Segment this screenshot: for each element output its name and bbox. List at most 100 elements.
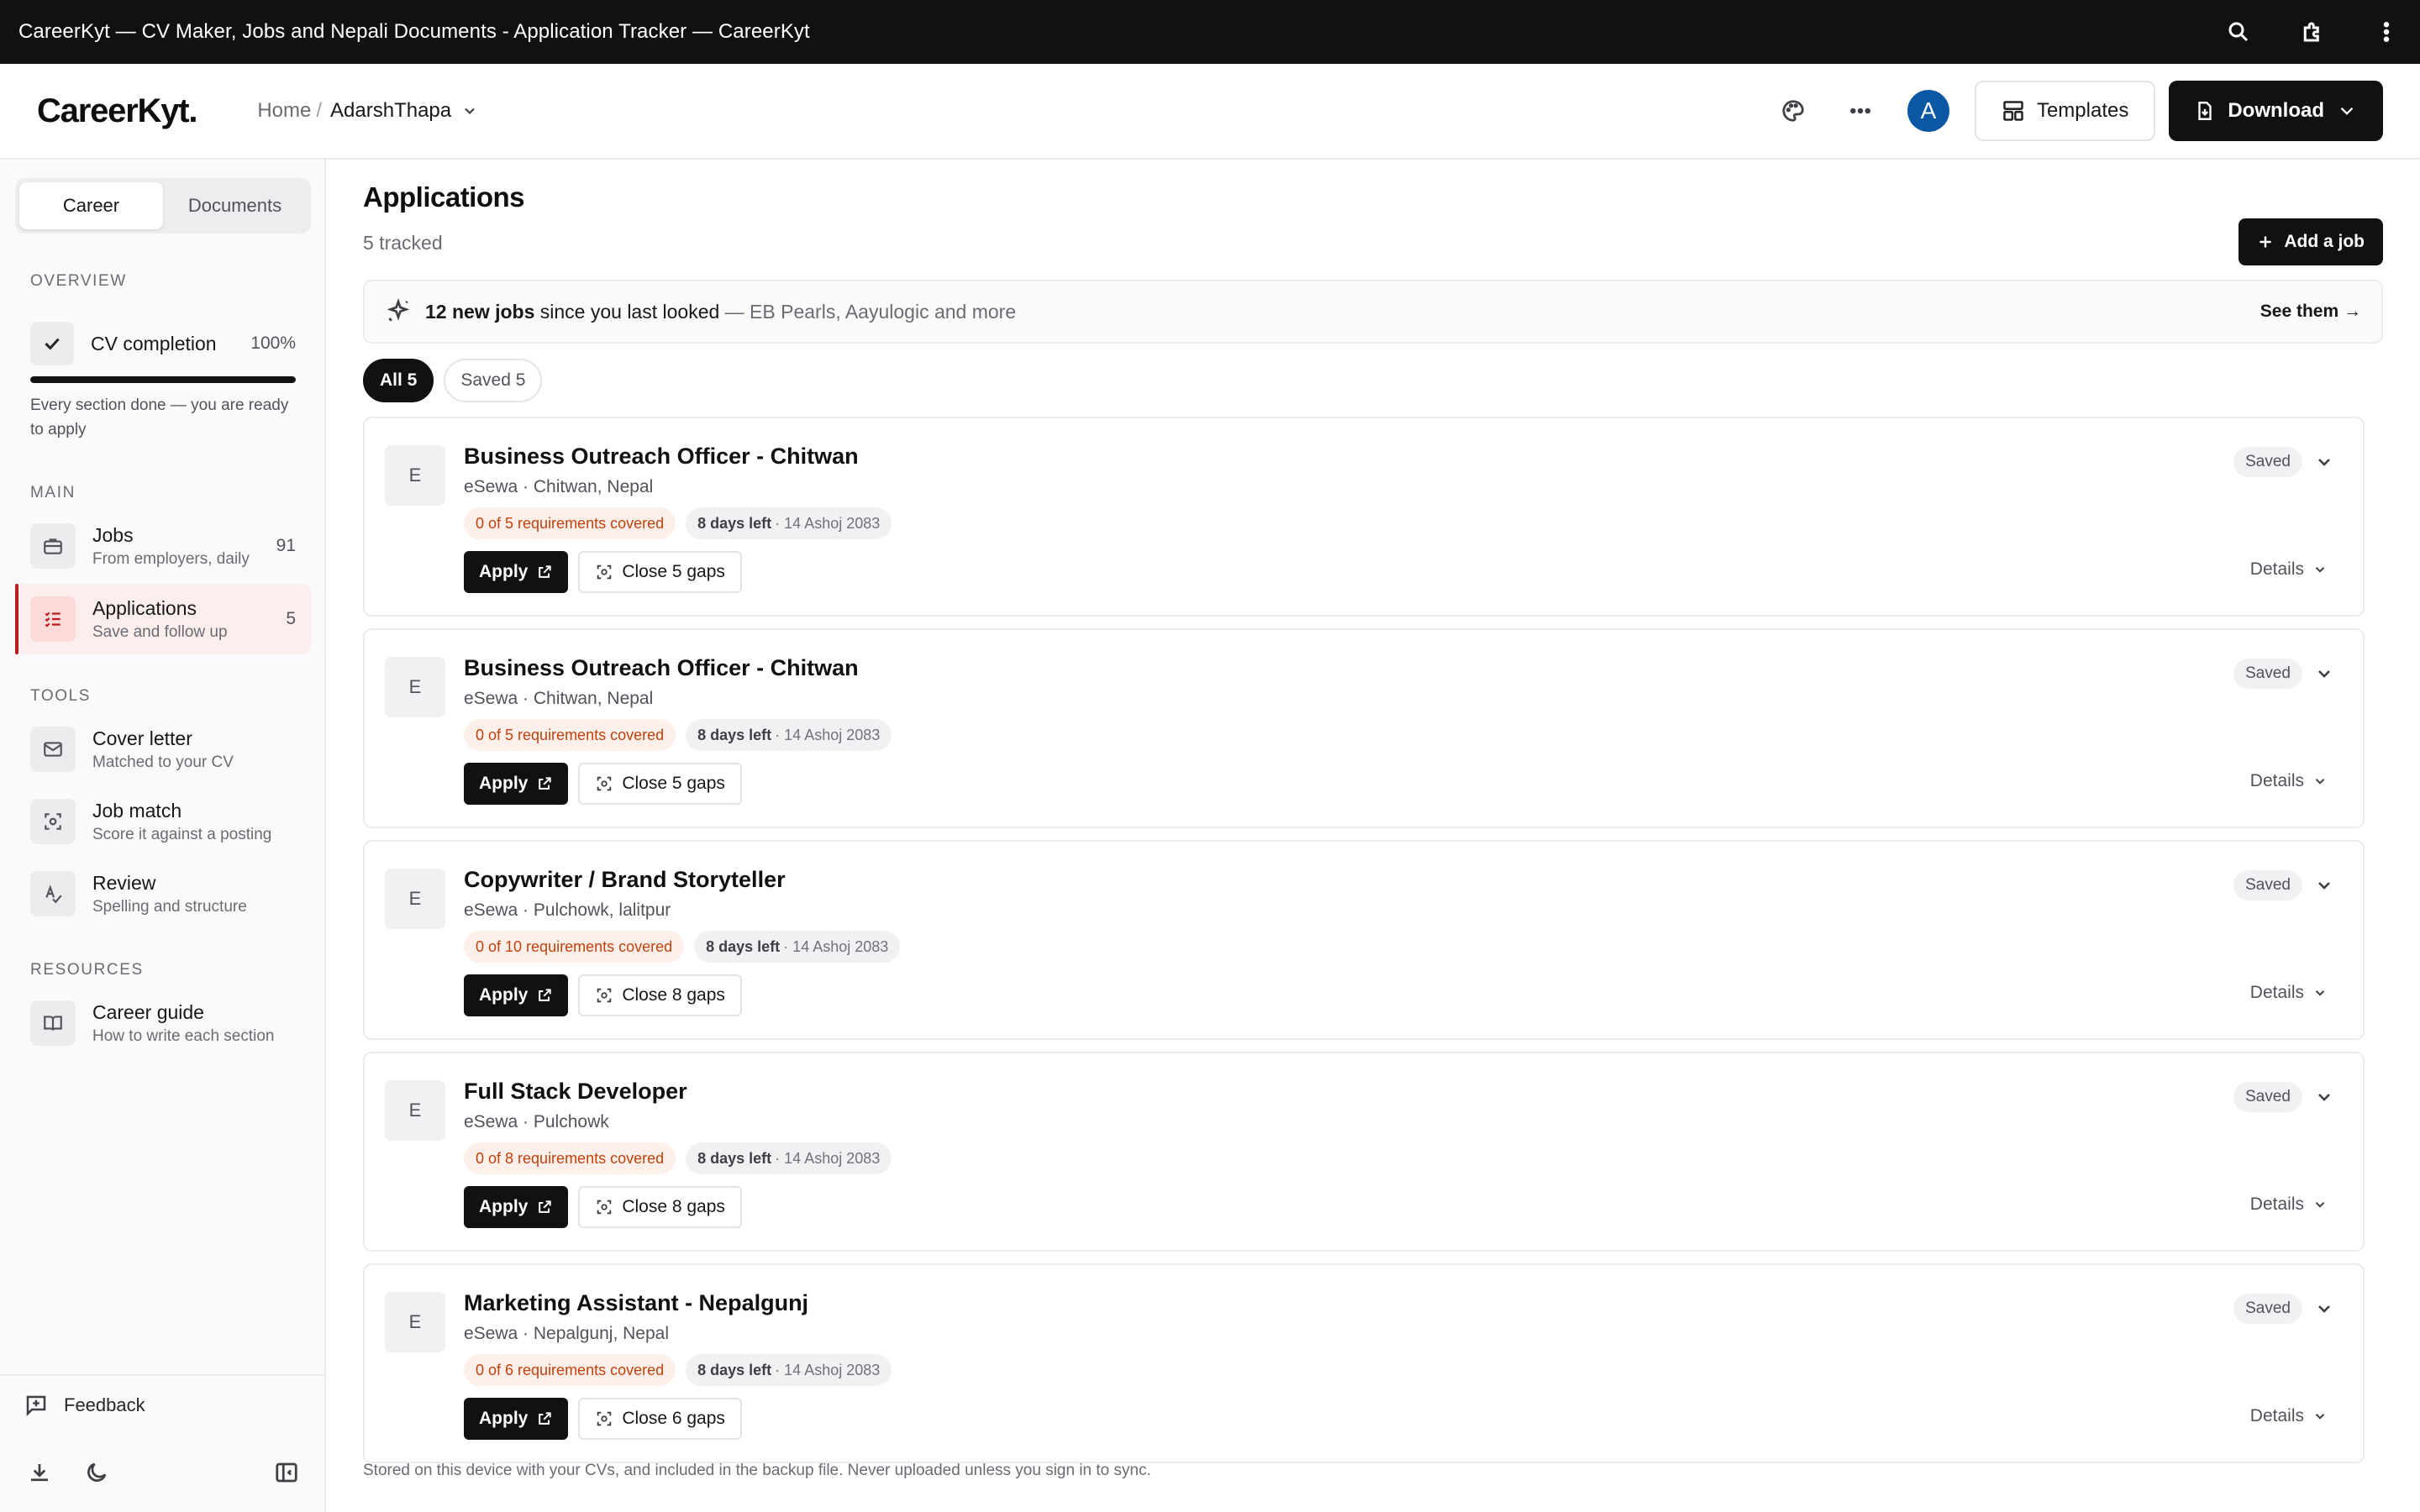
tab-documents[interactable]: Documents xyxy=(163,182,307,229)
search-icon[interactable] xyxy=(2223,17,2254,47)
main-content: Applications 5 tracked Add a job 12 new … xyxy=(363,160,2383,1512)
application-card[interactable]: E Business Outreach Officer - Chitwan eS… xyxy=(363,628,2365,828)
status-badge[interactable]: Saved xyxy=(2233,447,2302,477)
status-dropdown[interactable] xyxy=(2314,1087,2334,1107)
days-left: 8 days left xyxy=(697,1149,772,1167)
company-logo: E xyxy=(385,1080,445,1141)
briefcase-icon xyxy=(30,523,76,569)
job-tags: 0 of 10 requirements covered 8 days left… xyxy=(464,931,901,963)
palette-icon[interactable] xyxy=(1773,91,1813,131)
job-meta: eSewa · Pulchowk xyxy=(464,1112,609,1131)
more-horizontal-icon[interactable] xyxy=(1840,91,1881,131)
filter-saved[interactable]: Saved 5 xyxy=(444,359,543,402)
sidebar-item-subtitle: Matched to your CV xyxy=(92,753,234,771)
storage-note: Stored on this device with your CVs, and… xyxy=(363,1462,1151,1479)
external-link-icon xyxy=(539,1412,552,1425)
job-title[interactable]: Business Outreach Officer - Chitwan xyxy=(464,444,859,470)
cv-completion[interactable]: CV completion 100% xyxy=(30,321,296,366)
sidebar-item-count: 5 xyxy=(286,609,296,628)
filter-chips: All 5 Saved 5 xyxy=(363,359,543,402)
job-tags: 0 of 8 requirements covered 8 days left ·… xyxy=(464,1142,892,1174)
apply-label: Apply xyxy=(479,1197,529,1216)
apply-button[interactable]: Apply xyxy=(464,551,569,593)
new-jobs-banner: 12 new jobs since you last looked — EB P… xyxy=(363,280,2383,344)
extensions-icon[interactable] xyxy=(2297,17,2328,47)
status-badge[interactable]: Saved xyxy=(2233,659,2302,689)
tab-career[interactable]: Career xyxy=(19,182,163,229)
mail-icon xyxy=(30,727,76,772)
application-card[interactable]: E Marketing Assistant - Nepalgunj eSewa … xyxy=(363,1263,2365,1463)
chevron-down-icon xyxy=(2318,459,2330,466)
apply-button[interactable]: Apply xyxy=(464,763,569,805)
sidebar-item-cover-letter[interactable]: Cover letter Matched to your CV xyxy=(15,714,311,785)
company-logo: E xyxy=(385,445,445,506)
details-toggle[interactable]: Details xyxy=(2250,559,2328,580)
status-dropdown[interactable] xyxy=(2314,664,2334,684)
sidebar-item-job-match[interactable]: Job match Score it against a posting xyxy=(15,786,311,857)
templates-button[interactable]: Templates xyxy=(1974,81,2156,141)
close-gaps-label: Close 8 gaps xyxy=(622,985,725,1005)
apply-button[interactable]: Apply xyxy=(464,974,569,1016)
sidebar-item-jobs[interactable]: Jobs From employers, daily 91 xyxy=(15,511,311,581)
requirements-badge: 0 of 10 requirements covered xyxy=(464,931,685,963)
logo[interactable]: CareerKyt. xyxy=(37,92,198,130)
close-gaps-button[interactable]: Close 5 gaps xyxy=(578,763,742,805)
sidebar-item-subtitle: Score it against a posting xyxy=(92,825,272,843)
close-gaps-button[interactable]: Close 8 gaps xyxy=(578,1186,742,1228)
sidebar-item-title: Job match xyxy=(92,799,182,822)
application-card[interactable]: E Business Outreach Officer - Chitwan eS… xyxy=(363,417,2365,617)
application-card[interactable]: E Full Stack Developer eSewa · Pulchowk … xyxy=(363,1052,2365,1252)
deadline-badge: 8 days left · 14 Ashoj 2083 xyxy=(694,931,901,963)
requirements-badge: 0 of 6 requirements covered xyxy=(464,1354,676,1386)
status-dropdown[interactable] xyxy=(2314,1299,2334,1319)
close-gaps-button[interactable]: Close 6 gaps xyxy=(578,1398,742,1440)
job-title[interactable]: Business Outreach Officer - Chitwan xyxy=(464,655,859,681)
job-title[interactable]: Full Stack Developer xyxy=(464,1079,687,1105)
download-icon[interactable] xyxy=(27,1460,52,1489)
templates-label: Templates xyxy=(2036,99,2129,122)
job-title[interactable]: Copywriter / Brand Storyteller xyxy=(464,867,786,893)
apply-button[interactable]: Apply xyxy=(464,1398,569,1440)
profile-switcher[interactable]: AdarshThapa xyxy=(330,99,478,123)
cv-completion-progress xyxy=(30,376,296,383)
see-them-link[interactable]: See them → xyxy=(2260,302,2361,322)
scan-icon xyxy=(30,799,76,844)
feedback-button[interactable]: Feedback xyxy=(24,1393,145,1418)
status-badge[interactable]: Saved xyxy=(2233,1294,2302,1324)
collapse-sidebar-icon[interactable] xyxy=(274,1460,299,1489)
apply-button[interactable]: Apply xyxy=(464,1186,569,1228)
sidebar-item-review[interactable]: Review Spelling and structure xyxy=(15,858,311,929)
download-button[interactable]: Download xyxy=(2169,81,2383,141)
moon-icon[interactable] xyxy=(84,1460,109,1489)
status-badge[interactable]: Saved xyxy=(2233,1082,2302,1112)
sidebar-item-title: Applications xyxy=(92,596,197,619)
cv-completion-percent: 100% xyxy=(250,333,296,353)
feedback-label: Feedback xyxy=(64,1394,145,1415)
more-vertical-icon[interactable] xyxy=(2371,17,2402,47)
sidebar-item-subtitle: Save and follow up xyxy=(92,622,228,641)
details-toggle[interactable]: Details xyxy=(2250,983,2328,1003)
page-title: Applications xyxy=(363,181,525,213)
status-dropdown[interactable] xyxy=(2314,452,2334,472)
sidebar-tabs: Career Documents xyxy=(15,178,311,234)
sidebar-item-title: Review xyxy=(92,871,156,894)
requirements-badge: 0 of 8 requirements covered xyxy=(464,1142,676,1174)
job-meta: eSewa · Pulchowk, lalitpur xyxy=(464,900,671,920)
details-label: Details xyxy=(2249,559,2304,579)
add-job-button[interactable]: Add a job xyxy=(2238,218,2383,265)
status-dropdown[interactable] xyxy=(2314,875,2334,895)
job-title[interactable]: Marketing Assistant - Nepalgunj xyxy=(464,1290,808,1316)
details-toggle[interactable]: Details xyxy=(2250,1406,2328,1426)
application-card[interactable]: E Copywriter / Brand Storyteller eSewa ·… xyxy=(363,840,2365,1040)
sidebar-item-applications[interactable]: Applications Save and follow up 5 xyxy=(15,584,311,654)
status-badge[interactable]: Saved xyxy=(2233,870,2302,900)
sidebar-item-career-guide[interactable]: Career guide How to write each section xyxy=(15,988,311,1058)
scan-icon xyxy=(597,1200,612,1215)
details-toggle[interactable]: Details xyxy=(2250,1194,2328,1215)
close-gaps-button[interactable]: Close 8 gaps xyxy=(578,974,742,1016)
close-gaps-button[interactable]: Close 5 gaps xyxy=(578,551,742,593)
details-toggle[interactable]: Details xyxy=(2250,771,2328,791)
avatar[interactable]: A xyxy=(1907,90,1949,132)
breadcrumb-home[interactable]: Home xyxy=(257,99,311,123)
filter-all[interactable]: All 5 xyxy=(363,359,434,402)
